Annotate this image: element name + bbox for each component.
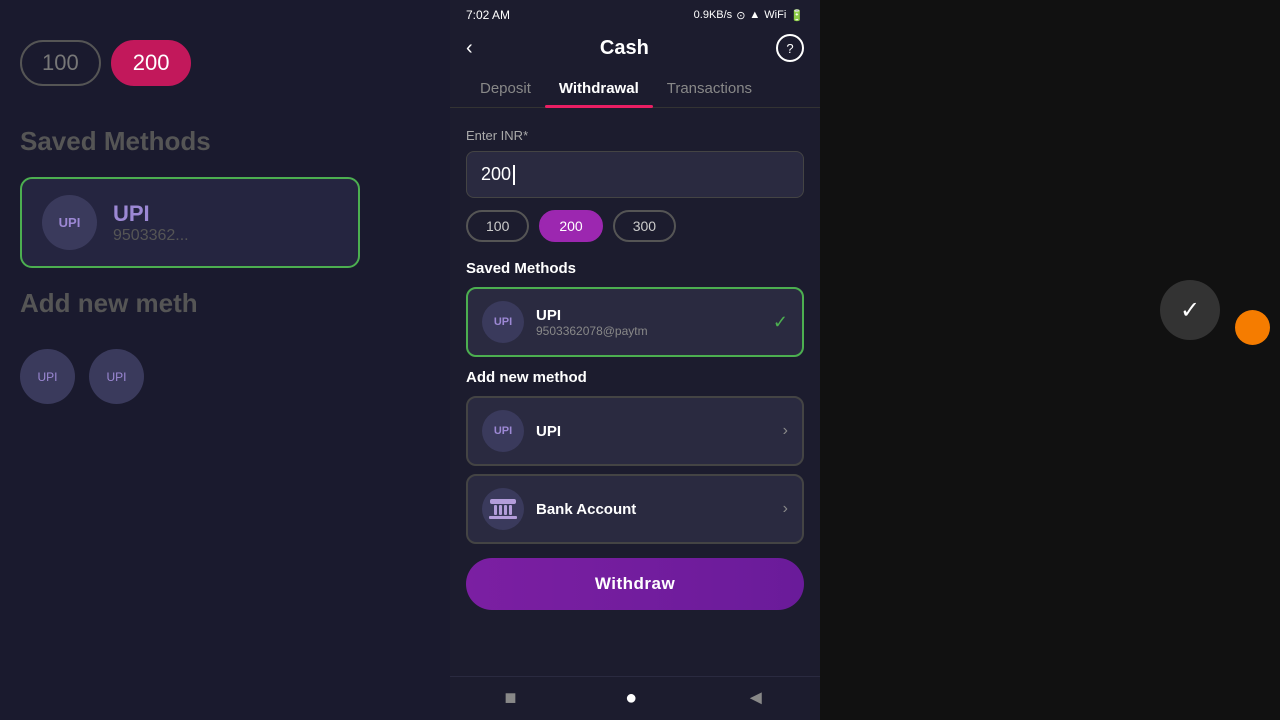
upi-add-info: UPI xyxy=(536,423,771,440)
bank-svg xyxy=(489,499,517,519)
status-icons: 0.9KB/s ⊙ ▲ WiFi 🔋 xyxy=(694,9,804,22)
app-header: ‹ Cash ? xyxy=(450,26,820,70)
signal-icon: ⊙ xyxy=(736,9,745,22)
bank-base xyxy=(489,516,517,519)
bg-saved-methods-label: Saved Methods xyxy=(20,126,211,157)
bg-pill-100: 100 xyxy=(20,40,101,86)
main-content: Enter INR* 200 100 200 300 Saved Methods… xyxy=(450,116,820,676)
tab-transactions[interactable]: Transactions xyxy=(653,70,766,107)
status-time: 7:02 AM xyxy=(466,8,510,22)
quick-300-label: 300 xyxy=(633,218,656,234)
saved-methods-title: Saved Methods xyxy=(466,260,804,277)
add-upi-method[interactable]: UPI UPI › xyxy=(466,396,804,466)
bg-upi-card: UPI UPI 9503362... xyxy=(20,177,360,268)
amount-label: Enter INR* xyxy=(466,128,804,143)
quick-amounts-row: 100 200 300 xyxy=(466,210,804,242)
upi-saved-name: UPI xyxy=(536,307,761,324)
amount-value: 200 xyxy=(481,164,511,185)
tab-withdrawal-label: Withdrawal xyxy=(559,80,639,97)
bank-pillar-2 xyxy=(499,505,502,515)
bg-left-panel: 100 200 Saved Methods UPI UPI 9503362...… xyxy=(0,0,450,720)
bg-pill-200: 200 xyxy=(111,40,192,86)
bg-upi-sm-2: UPI xyxy=(89,349,144,404)
selected-check-icon: ✓ xyxy=(773,312,788,333)
nav-stop-button[interactable]: ■ xyxy=(504,687,516,710)
saved-upi-method[interactable]: UPI UPI 9503362078@paytm ✓ xyxy=(466,287,804,357)
bank-add-icon xyxy=(482,488,524,530)
status-bar: 7:02 AM 0.9KB/s ⊙ ▲ WiFi 🔋 xyxy=(450,0,820,26)
nav-back-button[interactable]: ◄ xyxy=(746,687,766,710)
bg-orange-dot xyxy=(1235,310,1270,345)
phone-panel: 7:02 AM 0.9KB/s ⊙ ▲ WiFi 🔋 ‹ Cash ? Depo… xyxy=(450,0,820,720)
bg-checkmark-icon: ✓ xyxy=(1160,280,1220,340)
upi-saved-info: UPI 9503362078@paytm xyxy=(536,307,761,338)
bg-upi-sm-1: UPI xyxy=(20,349,75,404)
quick-200-label: 200 xyxy=(559,218,582,234)
bg-upi-circles: UPI UPI xyxy=(20,349,144,404)
bank-pillar-1 xyxy=(494,505,497,515)
bank-add-info: Bank Account xyxy=(536,501,771,518)
bg-upi-icon: UPI xyxy=(42,195,97,250)
bank-pillars xyxy=(494,505,512,515)
quick-amount-300[interactable]: 300 xyxy=(613,210,676,242)
wifi-icon: ▲ xyxy=(749,9,760,21)
add-method-title: Add new method xyxy=(466,369,804,386)
nav-home-button[interactable]: ● xyxy=(625,687,637,710)
upi-saved-icon: UPI xyxy=(482,301,524,343)
upi-add-name: UPI xyxy=(536,423,771,440)
quick-amount-200[interactable]: 200 xyxy=(539,210,602,242)
bg-upi-number: 9503362... xyxy=(113,227,189,245)
upi-saved-sub: 9503362078@paytm xyxy=(536,324,761,338)
bank-pillar-3 xyxy=(504,505,507,515)
quick-amount-100[interactable]: 100 xyxy=(466,210,529,242)
bg-upi-info: UPI 9503362... xyxy=(113,201,189,245)
tab-deposit[interactable]: Deposit xyxy=(466,70,545,107)
bg-add-method-label: Add new meth xyxy=(20,288,198,319)
bank-pillar-4 xyxy=(509,505,512,515)
bottom-nav-bar: ■ ● ◄ xyxy=(450,676,820,720)
bank-add-name: Bank Account xyxy=(536,501,771,518)
bg-upi-name: UPI xyxy=(113,201,189,227)
bank-chevron-icon: › xyxy=(783,500,788,518)
tab-deposit-label: Deposit xyxy=(480,80,531,97)
quick-100-label: 100 xyxy=(486,218,509,234)
bg-amount-pills: 100 200 xyxy=(20,40,191,86)
page-title: Cash xyxy=(600,37,649,60)
help-icon: ? xyxy=(786,41,793,56)
cursor xyxy=(513,165,515,185)
withdraw-button[interactable]: Withdraw xyxy=(466,558,804,610)
upi-chevron-icon: › xyxy=(783,422,788,440)
battery-icon: 🔋 xyxy=(790,9,804,22)
wifi-full-icon: WiFi xyxy=(764,9,786,21)
bank-roof xyxy=(490,499,516,504)
tab-withdrawal[interactable]: Withdrawal xyxy=(545,70,653,107)
upi-add-icon: UPI xyxy=(482,410,524,452)
network-speed: 0.9KB/s xyxy=(694,9,733,21)
tab-bar: Deposit Withdrawal Transactions xyxy=(450,70,820,108)
add-bank-method[interactable]: Bank Account › xyxy=(466,474,804,544)
back-button[interactable]: ‹ xyxy=(466,37,473,60)
tab-transactions-label: Transactions xyxy=(667,80,752,97)
help-button[interactable]: ? xyxy=(776,34,804,62)
amount-input-field[interactable]: 200 xyxy=(466,151,804,198)
